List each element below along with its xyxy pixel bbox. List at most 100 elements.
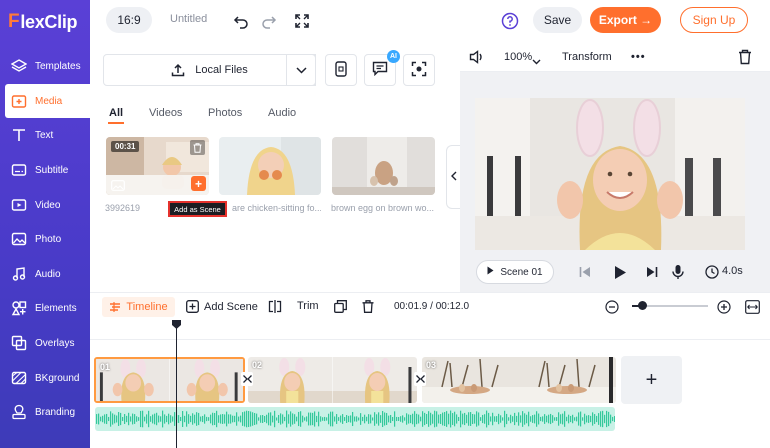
zoom-out-icon[interactable] <box>605 300 619 317</box>
waveform-bar <box>612 416 614 422</box>
waveform-bar <box>418 414 420 424</box>
photo-thumbnail <box>219 137 321 195</box>
waveform-bar <box>226 411 228 427</box>
phone-upload-button[interactable] <box>325 54 357 86</box>
volume-icon[interactable] <box>469 50 485 67</box>
media-item-photo[interactable] <box>332 137 435 195</box>
media-item-video[interactable]: 00:31 + <box>106 137 209 195</box>
delete-scene-button[interactable] <box>362 300 379 313</box>
timeline-toggle-button[interactable]: Timeline <box>102 297 175 317</box>
sidebar-item-subtitle[interactable]: Subtitle <box>0 153 90 187</box>
fullscreen-icon[interactable] <box>293 12 311 30</box>
sidebar-item-templates[interactable]: Templates <box>0 49 90 83</box>
screen-record-button[interactable] <box>403 54 435 86</box>
audio-track[interactable] <box>95 407 615 431</box>
waveform-bar <box>508 417 510 421</box>
trash-icon[interactable] <box>738 49 752 68</box>
ai-subtitle-button[interactable]: AI <box>364 50 400 86</box>
sidebar-item-overlays[interactable]: Overlays <box>0 326 90 360</box>
timeline-clip[interactable]: 03 <box>422 357 616 403</box>
microphone-icon[interactable] <box>669 263 687 281</box>
sidebar-item-background[interactable]: BKground <box>0 361 90 395</box>
timeline-clip[interactable]: 01 <box>94 357 245 403</box>
waveform-bar <box>150 416 152 422</box>
add-clip-button[interactable]: + <box>621 356 682 404</box>
waveform-bar <box>100 416 102 422</box>
save-button[interactable]: Save <box>533 7 582 33</box>
video-preview-canvas[interactable] <box>475 98 745 250</box>
waveform-bar <box>186 411 188 427</box>
zoom-slider-handle[interactable] <box>638 301 647 310</box>
skip-back-icon[interactable] <box>576 263 594 281</box>
skip-forward-icon[interactable] <box>643 263 661 281</box>
sidebar-item-audio[interactable]: Audio <box>0 257 90 291</box>
split-button[interactable] <box>268 300 287 313</box>
media-panel: Local Files AI All Videos Photos Audio 0… <box>90 42 448 292</box>
waveform-bar <box>190 415 192 423</box>
sidebar-item-label: Elements <box>35 302 77 314</box>
help-icon[interactable] <box>501 12 519 30</box>
add-scene-button[interactable]: Add Scene <box>186 300 258 313</box>
zoom-level[interactable]: 100% <box>504 51 532 63</box>
timeline-icon <box>109 301 121 313</box>
timeline-clip[interactable]: 02 <box>248 357 417 403</box>
sidebar-item-photo[interactable]: Photo <box>0 222 90 256</box>
waveform-bar <box>468 412 470 426</box>
waveform-bar <box>118 412 120 426</box>
collapse-panel-button[interactable] <box>446 145 460 209</box>
sidebar-item-elements[interactable]: Elements <box>0 291 90 325</box>
tab-photos[interactable]: Photos <box>208 107 242 119</box>
tab-all[interactable]: All <box>109 107 123 119</box>
trash-icon[interactable] <box>190 140 205 155</box>
transform-button[interactable]: Transform <box>562 51 612 63</box>
sidebar-item-video[interactable]: Video <box>0 188 90 222</box>
scene-selector-button[interactable]: Scene 01 <box>476 260 554 284</box>
waveform-bar <box>370 414 372 424</box>
sidebar-item-label: Templates <box>35 60 81 72</box>
sign-up-button[interactable]: Sign Up <box>680 7 748 33</box>
project-title[interactable]: Untitled <box>170 13 207 25</box>
sidebar-item-text[interactable]: Text <box>0 118 90 152</box>
undo-icon[interactable] <box>232 12 250 30</box>
chevron-down-icon[interactable] <box>532 54 541 68</box>
waveform-bar <box>250 411 252 427</box>
waveform-bar <box>360 413 362 425</box>
aspect-ratio-button[interactable]: 16:9 <box>106 7 152 33</box>
scene-duration[interactable]: 4.0s <box>722 265 743 277</box>
sidebar-item-label: Branding <box>35 406 76 418</box>
tab-audio[interactable]: Audio <box>268 107 296 119</box>
sidebar-item-media[interactable]: Media <box>5 84 90 118</box>
fit-timeline-icon[interactable] <box>745 300 760 317</box>
play-icon[interactable] <box>611 263 629 281</box>
waveform-bar <box>182 411 184 427</box>
upload-source-dropdown[interactable] <box>286 54 316 86</box>
waveform-bar <box>470 412 472 426</box>
redo-icon[interactable] <box>260 12 278 30</box>
more-options-icon[interactable]: ••• <box>631 51 646 63</box>
waveform-bar <box>594 414 596 424</box>
waveform-bar <box>566 416 568 422</box>
waveform-bar <box>320 416 322 422</box>
transition-icon[interactable] <box>414 372 426 386</box>
video-icon <box>10 196 28 214</box>
add-to-scene-button[interactable]: + <box>191 176 206 191</box>
duration-badge: 00:31 <box>111 141 140 152</box>
waveform-bar <box>560 414 562 424</box>
waveform-bar <box>316 415 318 423</box>
waveform-bar <box>248 411 250 427</box>
waveform-bar <box>260 415 262 423</box>
photo-thumbnail <box>332 137 435 195</box>
transition-icon[interactable] <box>241 372 253 386</box>
local-files-button[interactable]: Local Files <box>103 54 316 86</box>
duplicate-button[interactable] <box>334 300 352 313</box>
add-as-scene-tooltip: Add as Scene <box>168 201 227 217</box>
trim-button[interactable]: Trim <box>297 300 319 312</box>
app-logo[interactable]: FlexClip <box>8 11 78 32</box>
playhead[interactable] <box>176 322 177 448</box>
media-item-photo[interactable] <box>219 137 321 195</box>
tab-videos[interactable]: Videos <box>149 107 182 119</box>
record-screen-icon <box>411 61 427 80</box>
export-button[interactable]: Export → <box>590 7 661 33</box>
zoom-in-icon[interactable] <box>717 300 731 317</box>
sidebar-item-branding[interactable]: Branding <box>0 395 90 429</box>
